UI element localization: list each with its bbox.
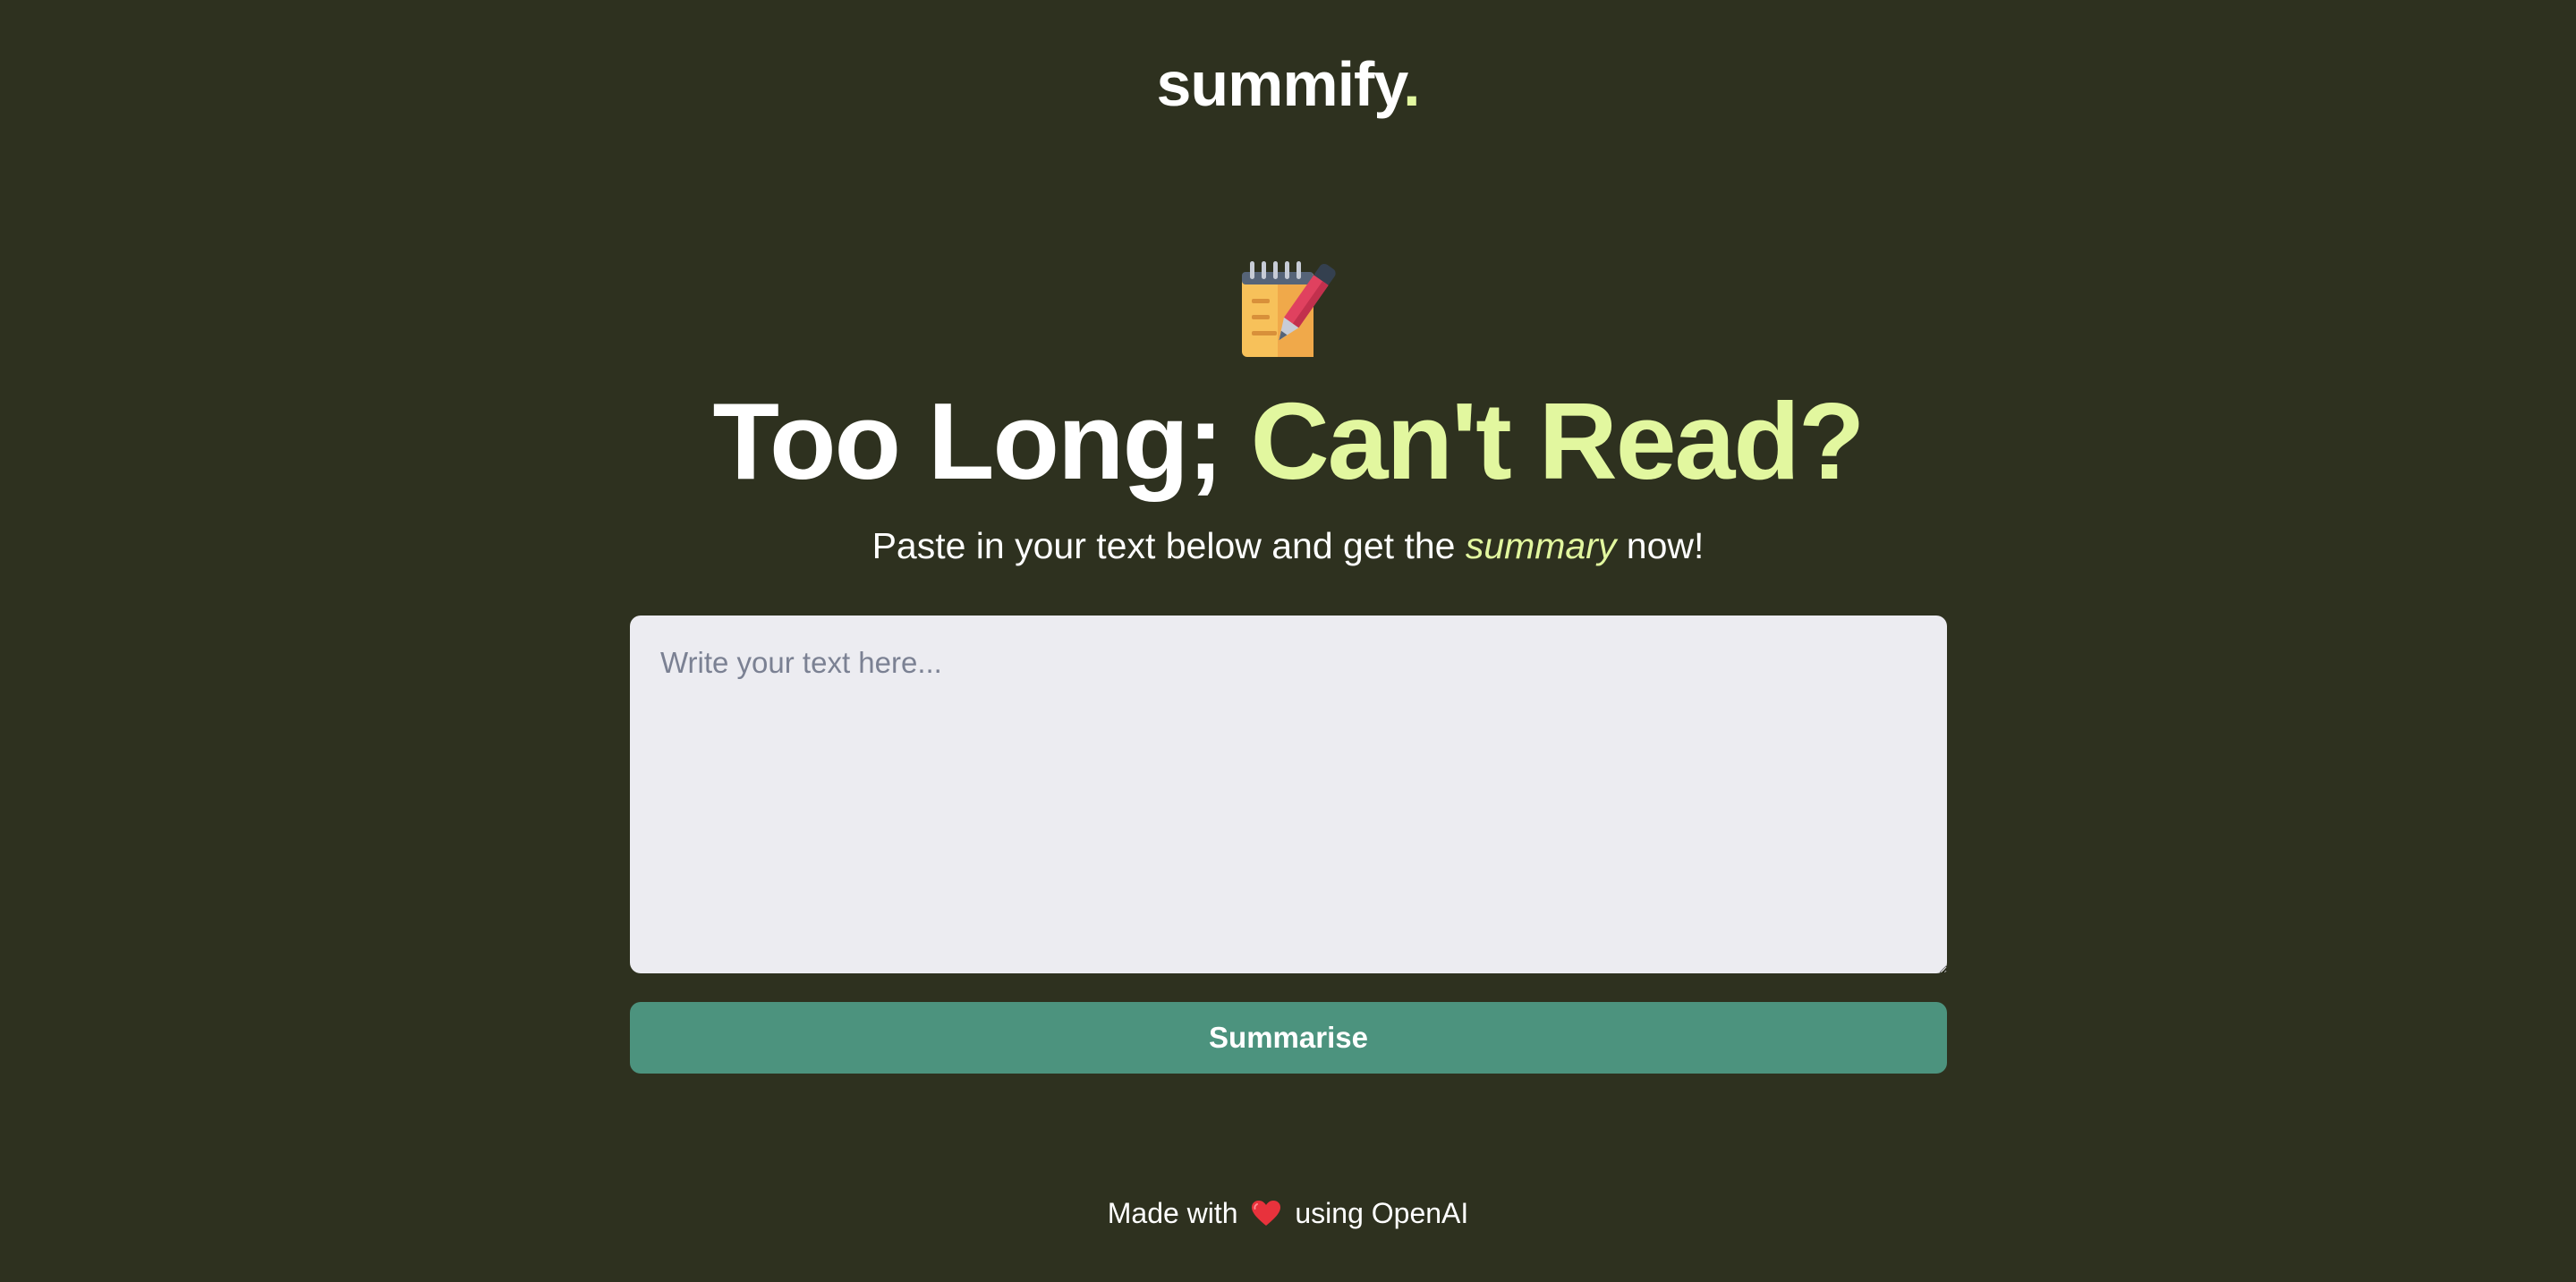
- headline-accent: Can't Read?: [1250, 380, 1866, 502]
- subtitle-before: Paste in your text below and get the: [871, 525, 1466, 566]
- page-subtitle: Paste in your text below and get the sum…: [0, 522, 2576, 569]
- footer: Made with using OpenAI: [0, 1193, 2576, 1233]
- text-input[interactable]: [630, 616, 1947, 973]
- summarise-button[interactable]: Summarise: [630, 1002, 1947, 1074]
- heart-icon: [1252, 1201, 1281, 1226]
- brand-name: summify: [1156, 49, 1404, 119]
- page: summify. Too Long; Can't Read? Paste in …: [0, 0, 2576, 1282]
- headline-plain: Too Long;: [712, 380, 1251, 502]
- footer-text-after: using OpenAI: [1287, 1197, 1469, 1229]
- footer-text-before: Made with: [1107, 1197, 1246, 1229]
- page-title: Too Long; Can't Read?: [0, 376, 2576, 506]
- memo-notepad-pen-icon: [1242, 261, 1336, 357]
- brand-logo[interactable]: summify.: [0, 47, 2576, 122]
- subtitle-emphasis: summary: [1465, 525, 1617, 566]
- brand-dot: .: [1403, 49, 1420, 119]
- subtitle-after: now!: [1616, 525, 1705, 566]
